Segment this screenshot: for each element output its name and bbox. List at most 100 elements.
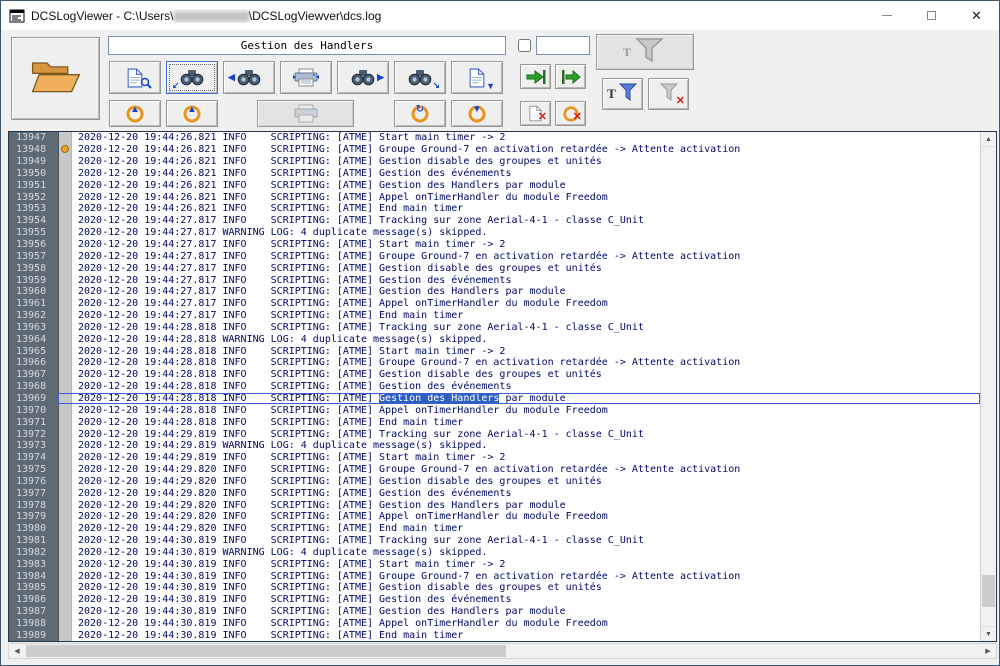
marker-cell xyxy=(59,499,72,511)
log-row[interactable]: 13953 2020-12-20 19:44:26.821 INFO SCRIPT… xyxy=(9,203,980,215)
circle-arrow-down-button[interactable]: ▼ xyxy=(451,100,503,127)
goto-previous-bookmark-button[interactable] xyxy=(555,64,586,89)
line-number: 13949 xyxy=(9,155,59,168)
log-row[interactable]: 13958 2020-12-20 19:44:27.817 INFO SCRIPT… xyxy=(9,262,980,275)
log-row[interactable]: 13978 2020-12-20 19:44:29.820 INFO SCRIPT… xyxy=(9,499,980,511)
log-row[interactable]: 13947 2020-12-20 19:44:26.821 INFO SCRIPT… xyxy=(9,132,980,144)
text-filter-button[interactable]: T xyxy=(602,78,643,110)
open-log-button[interactable] xyxy=(11,37,100,120)
clear-results-button[interactable]: ✕ xyxy=(520,101,551,126)
log-row[interactable]: 13966 2020-12-20 19:44:28.818 INFO SCRIPT… xyxy=(9,357,980,369)
log-row[interactable]: 13979 2020-12-20 19:44:29.820 INFO SCRIPT… xyxy=(9,511,980,523)
circle-refresh-button[interactable]: ↻ xyxy=(394,100,446,127)
log-row[interactable]: 13981 2020-12-20 19:44:30.819 INFO SCRIPT… xyxy=(9,534,980,547)
title-bar: DCSLogViewer - C:\Users\██████████████\D… xyxy=(1,1,999,30)
marker-cell xyxy=(59,238,72,251)
scroll-left-button[interactable]: ◀ xyxy=(9,644,25,658)
find-all-button[interactable]: ↙ xyxy=(166,61,218,94)
marker-cell xyxy=(59,522,72,535)
search-document-button[interactable] xyxy=(109,61,161,94)
log-row[interactable]: 13986 2020-12-20 19:44:30.819 INFO SCRIPT… xyxy=(9,593,980,606)
log-row[interactable]: 13961 2020-12-20 19:44:27.817 INFO SCRIPT… xyxy=(9,297,980,310)
horizontal-scroll-thumb[interactable] xyxy=(26,645,506,657)
log-row[interactable]: 13949 2020-12-20 19:44:26.821 INFO SCRIPT… xyxy=(9,155,980,168)
circle-arrow-up-button-2[interactable]: ▲ xyxy=(166,100,218,127)
log-row[interactable]: 13952 2020-12-20 19:44:26.821 INFO SCRIPT… xyxy=(9,191,980,204)
log-row[interactable]: 13987 2020-12-20 19:44:30.819 INFO SCRIPT… xyxy=(9,605,980,618)
log-row[interactable]: 13970 2020-12-20 19:44:28.818 INFO SCRIPT… xyxy=(9,404,980,417)
log-row[interactable]: 13974 2020-12-20 19:44:29.819 INFO SCRIPT… xyxy=(9,451,980,464)
log-row[interactable]: 13969 2020-12-20 19:44:28.818 INFO SCRIPT… xyxy=(9,392,980,405)
search-input[interactable] xyxy=(108,36,506,55)
log-row[interactable]: 13968 2020-12-20 19:44:28.818 INFO SCRIPT… xyxy=(9,380,980,393)
log-row[interactable]: 13948 2020-12-20 19:44:26.821 INFO SCRIPT… xyxy=(9,143,980,156)
find-previous-button[interactable]: ◀ xyxy=(223,61,275,94)
log-text: 2020-12-20 19:44:27.817 INFO SCRIPTING: … xyxy=(78,286,566,298)
print-results-button[interactable] xyxy=(280,61,332,94)
log-row[interactable]: 13976 2020-12-20 19:44:29.820 INFO SCRIPT… xyxy=(9,475,980,488)
save-results-button[interactable]: ▼ xyxy=(451,61,503,94)
horizontal-scrollbar[interactable]: ◀ ▶ xyxy=(8,643,997,659)
log-row[interactable]: 13989 2020-12-20 19:44:30.819 INFO SCRIPT… xyxy=(9,629,980,641)
log-row[interactable]: 13959 2020-12-20 19:44:27.817 INFO SCRIPT… xyxy=(9,274,980,286)
log-row[interactable]: 13950 2020-12-20 19:44:26.821 INFO SCRIPT… xyxy=(9,167,980,180)
line-number: 13977 xyxy=(9,487,59,500)
clear-search-button[interactable]: ✕ xyxy=(555,101,586,126)
log-row[interactable]: 13957 2020-12-20 19:44:27.817 INFO SCRIPT… xyxy=(9,250,980,263)
maximize-button[interactable] xyxy=(909,1,954,30)
marker-cell xyxy=(59,511,72,523)
filter-count-input[interactable] xyxy=(536,36,590,55)
log-row[interactable]: 13956 2020-12-20 19:44:27.817 INFO SCRIPT… xyxy=(9,238,980,251)
log-row[interactable]: 13980 2020-12-20 19:44:29.820 INFO SCRIPT… xyxy=(9,522,980,535)
close-icon: ✕ xyxy=(971,7,982,23)
log-row[interactable]: 13984 2020-12-20 19:44:30.819 INFO SCRIPT… xyxy=(9,570,980,583)
log-row[interactable]: 13963 2020-12-20 19:44:28.818 INFO SCRIPT… xyxy=(9,321,980,334)
log-row[interactable]: 13975 2020-12-20 19:44:29.820 INFO SCRIPT… xyxy=(9,463,980,476)
vertical-scroll-thumb[interactable] xyxy=(982,575,995,607)
close-button[interactable]: ✕ xyxy=(954,1,999,30)
log-row[interactable]: 13988 2020-12-20 19:44:30.819 INFO SCRIPT… xyxy=(9,617,980,630)
log-row[interactable]: 13964 2020-12-20 19:44:28.818 WARNING LOG… xyxy=(9,333,980,346)
log-row[interactable]: 13962 2020-12-20 19:44:27.817 INFO SCRIPT… xyxy=(9,309,980,322)
marker-cell xyxy=(59,404,72,417)
line-number: 13976 xyxy=(9,475,59,488)
log-text: 2020-12-20 19:44:27.817 INFO SCRIPTING: … xyxy=(78,310,464,322)
circle-arrow-up-button-1[interactable]: ▲ xyxy=(109,100,161,127)
log-row[interactable]: 13977 2020-12-20 19:44:29.820 INFO SCRIPT… xyxy=(9,487,980,500)
search-option-checkbox[interactable] xyxy=(518,39,531,52)
scroll-up-button[interactable]: ▲ xyxy=(981,132,996,147)
log-row[interactable]: 13983 2020-12-20 19:44:30.819 INFO SCRIPT… xyxy=(9,558,980,571)
print-page-button[interactable] xyxy=(257,100,354,127)
log-row[interactable]: 13972 2020-12-20 19:44:29.819 INFO SCRIPT… xyxy=(9,428,980,440)
log-text: 2020-12-20 19:44:27.817 INFO SCRIPTING: … xyxy=(78,215,644,227)
log-row[interactable]: 13954 2020-12-20 19:44:27.817 INFO SCRIPT… xyxy=(9,214,980,227)
log-row[interactable]: 13971 2020-12-20 19:44:28.818 INFO SCRIPT… xyxy=(9,416,980,429)
log-row[interactable]: 13985 2020-12-20 19:44:30.819 INFO SCRIPT… xyxy=(9,582,980,594)
log-row[interactable]: 13965 2020-12-20 19:44:28.818 INFO SCRIPT… xyxy=(9,345,980,358)
blue-funnel-icon xyxy=(618,82,638,107)
apply-filter-button[interactable]: T xyxy=(596,34,694,70)
vertical-scrollbar[interactable]: ▲ ▼ xyxy=(980,132,996,641)
log-row[interactable]: 13951 2020-12-20 19:44:26.821 INFO SCRIPT… xyxy=(9,179,980,192)
find-last-button[interactable]: ↘ xyxy=(394,61,446,94)
log-row[interactable]: 13967 2020-12-20 19:44:28.818 INFO SCRIPT… xyxy=(9,368,980,381)
red-x-icon: ✕ xyxy=(537,111,547,123)
find-next-button[interactable]: ▶ xyxy=(337,61,389,94)
clear-filter-button[interactable]: ✕ xyxy=(648,78,689,110)
log-text: 2020-12-20 19:44:26.821 INFO SCRIPTING: … xyxy=(78,191,608,203)
marker-cell xyxy=(59,546,72,559)
log-row[interactable]: 13982 2020-12-20 19:44:30.819 WARNING LOG… xyxy=(9,546,980,559)
minimize-button[interactable] xyxy=(864,1,909,30)
marker-cell xyxy=(59,143,72,156)
line-number: 13959 xyxy=(9,274,59,286)
log-text: 2020-12-20 19:44:30.819 INFO SCRIPTING: … xyxy=(78,594,512,606)
search-match-highlight: Gestion des Handlers xyxy=(379,392,500,404)
log-row[interactable]: 13955 2020-12-20 19:44:27.817 WARNING LOG… xyxy=(9,226,980,239)
line-number: 13952 xyxy=(9,191,59,204)
log-row[interactable]: 13973 2020-12-20 19:44:29.819 WARNING LOG… xyxy=(9,439,980,452)
scroll-down-button[interactable]: ▼ xyxy=(981,626,996,641)
scroll-right-button[interactable]: ▶ xyxy=(980,644,996,658)
log-row[interactable]: 13960 2020-12-20 19:44:27.817 INFO SCRIPT… xyxy=(9,285,980,298)
document-icon xyxy=(469,68,485,88)
goto-next-bookmark-button[interactable] xyxy=(520,64,551,89)
